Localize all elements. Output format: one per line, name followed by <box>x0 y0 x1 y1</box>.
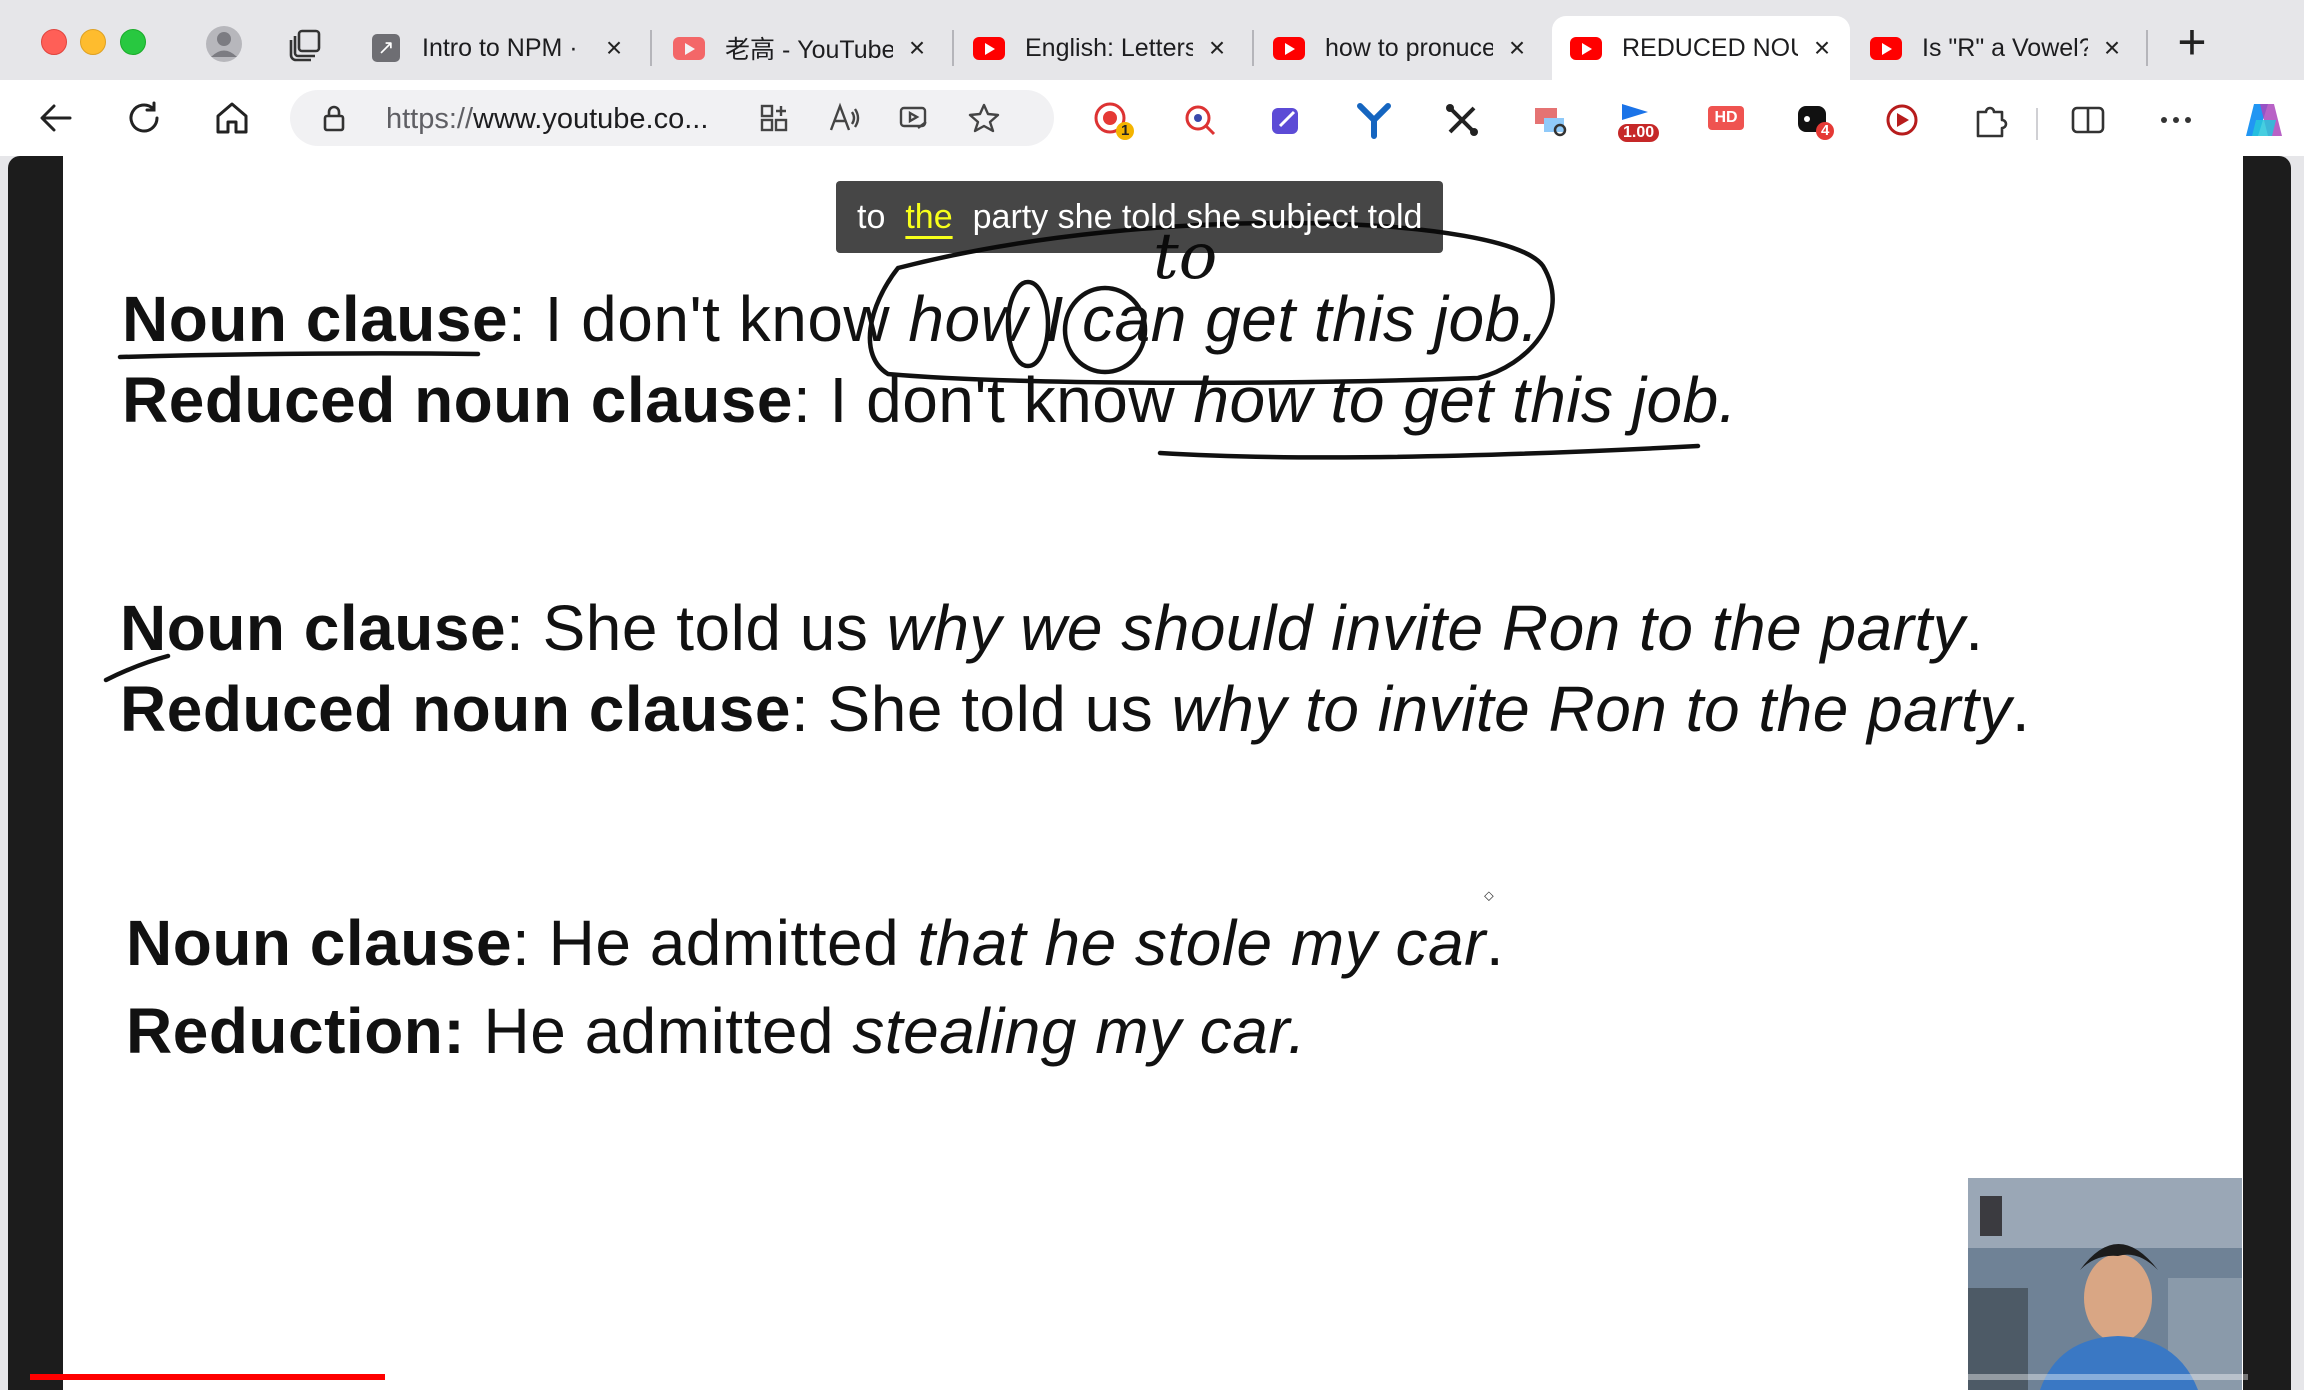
speed-badge: 1.00 <box>1618 124 1660 142</box>
slide-line-5: Noun clause: He admitted that he stole m… <box>126 907 1505 979</box>
new-tab-button[interactable]: + <box>2170 17 2214 68</box>
youtube-icon <box>673 36 705 60</box>
tab-intro-npm[interactable]: ↗ Intro to NPM · × <box>352 16 642 80</box>
tab-title: Is "R" a Vowel? <box>1922 33 2088 62</box>
reload-icon[interactable] <box>120 94 168 142</box>
y-extension-icon[interactable] <box>1354 100 1394 140</box>
tab-laogao-youtube[interactable]: 老高 - YouTube × <box>655 16 945 80</box>
playback-speed-extension-icon[interactable]: 1.00 <box>1618 100 1670 142</box>
tab-divider <box>952 30 954 66</box>
video-player[interactable]: Noun clause: I don't know how I can get … <box>8 156 2291 1390</box>
window-minimize-button[interactable] <box>80 29 106 55</box>
back-arrow-icon[interactable] <box>32 94 80 142</box>
presenter-webcam <box>1968 1178 2242 1390</box>
address-bar[interactable]: https://www.youtube.co... <box>290 90 1054 146</box>
tab-close-icon[interactable]: × <box>2098 34 2126 62</box>
youtube-icon <box>1273 36 1305 60</box>
tab-close-icon[interactable]: × <box>903 34 931 62</box>
hd-extension-icon[interactable]: HD <box>1708 100 1748 140</box>
hd-label: HD <box>1708 106 1744 130</box>
copilot-icon[interactable] <box>2240 96 2288 144</box>
tab-divider <box>1252 30 1254 66</box>
video-player-icon[interactable] <box>898 102 930 134</box>
caption-text: to <box>857 197 886 236</box>
tab-title: 老高 - YouTube <box>725 36 893 64</box>
tools-extension-icon[interactable] <box>1442 100 1482 140</box>
tab-divider <box>650 30 652 66</box>
tab-divider <box>2146 30 2148 66</box>
window-zoom-button[interactable] <box>120 29 146 55</box>
video-slide: Noun clause: I don't know how I can get … <box>63 156 2243 1390</box>
tab-reduced-noun[interactable]: REDUCED NOUN × <box>1552 16 1850 80</box>
more-options-icon[interactable] <box>2156 100 2196 140</box>
tab-title: Intro to NPM · <box>422 33 578 62</box>
youtube-icon <box>1870 36 1902 60</box>
slide-line-2: Reduced noun clause: I don't know how to… <box>122 364 1737 436</box>
messaging-extension-icon[interactable]: 4 <box>1794 100 1835 140</box>
video-caption: to the party she told she subject told <box>836 181 1444 253</box>
slide-line-4: Reduced noun clause: She told us why to … <box>120 673 2031 745</box>
extensions-puzzle-icon[interactable] <box>1970 100 2010 140</box>
caption-text: party she told she subject told <box>972 197 1423 236</box>
slide-line-6: Reduction: He admitted stealing my car. <box>126 995 1307 1067</box>
split-screen-icon[interactable] <box>2068 100 2108 140</box>
window-close-button[interactable] <box>41 29 67 55</box>
tab-strip: ↗ Intro to NPM · × 老高 - YouTube × Englis… <box>0 0 2304 80</box>
profile-avatar-icon[interactable] <box>204 24 244 64</box>
external-link-icon: ↗ <box>370 34 402 62</box>
read-aloud-icon[interactable] <box>828 102 860 134</box>
tab-close-icon[interactable]: × <box>1203 34 1231 62</box>
slide-line-1: Noun clause: I don't know how I can get … <box>122 283 1539 355</box>
video-downloader-extension-icon[interactable] <box>1882 100 1922 140</box>
page-content: Noun clause: I don't know how I can get … <box>0 156 2304 1390</box>
tab-english-letters[interactable]: English: Letters × <box>955 16 1245 80</box>
youtube-icon <box>973 36 1005 60</box>
tab-close-icon[interactable]: × <box>600 34 628 62</box>
app-available-icon[interactable] <box>758 102 790 134</box>
favorite-star-icon[interactable] <box>968 102 1000 134</box>
tab-close-icon[interactable]: × <box>1808 34 1836 62</box>
browser-toolbar: https://www.youtube.co... 1 1.00 HD 4 <box>0 80 2304 156</box>
lock-icon[interactable] <box>320 104 348 132</box>
home-icon[interactable] <box>208 94 256 142</box>
url-text[interactable]: https://www.youtube.co... <box>386 103 708 136</box>
caption-highlight-word: the <box>905 197 953 236</box>
cursor-marker-icon: ⬦ <box>1484 887 1494 903</box>
translate-extension-icon[interactable] <box>1530 100 1570 140</box>
video-progress-played <box>30 1374 385 1380</box>
video-progress-bar[interactable] <box>30 1374 2248 1380</box>
toolbar-divider <box>2036 108 2038 140</box>
tab-title: REDUCED NOUN <box>1622 33 1798 62</box>
tab-title: how to pronuce <box>1325 33 1493 62</box>
notes-extension-icon[interactable] <box>1266 100 1306 140</box>
tab-how-to-pronounce[interactable]: how to pronuce × <box>1255 16 1545 80</box>
tab-title: English: Letters <box>1025 33 1193 62</box>
workspaces-icon[interactable] <box>286 24 326 64</box>
tab-r-a-vowel[interactable]: Is "R" a Vowel? × <box>1852 16 2140 80</box>
screen-recorder-extension-icon[interactable]: 1 <box>1092 100 1135 140</box>
search-lens-extension-icon[interactable] <box>1180 100 1220 140</box>
slide-line-3: Noun clause: She told us why we should i… <box>120 592 1984 664</box>
youtube-icon <box>1570 36 1602 60</box>
tab-close-icon[interactable]: × <box>1503 34 1531 62</box>
